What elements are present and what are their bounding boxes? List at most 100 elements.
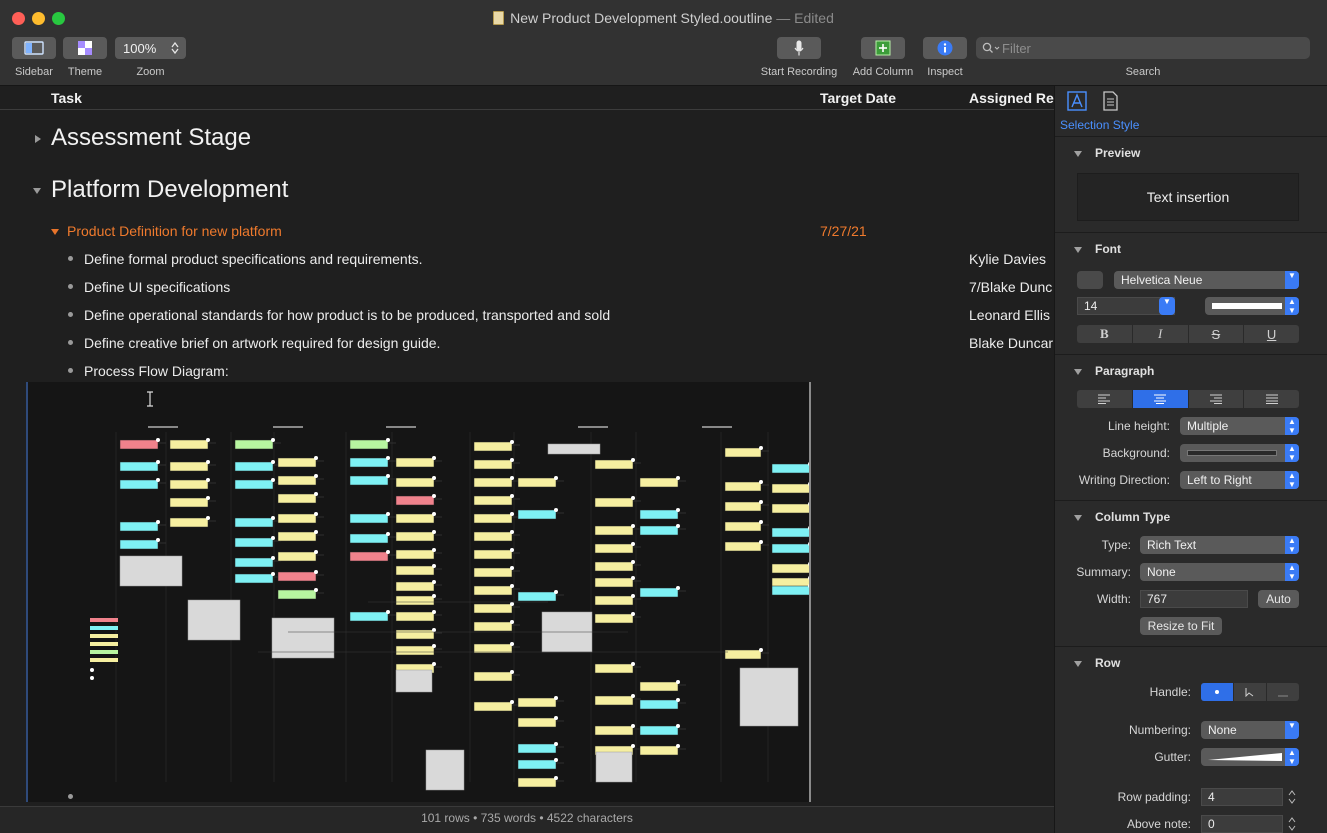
column-header-bar: Task Target Date Assigned Re <box>0 86 1054 110</box>
gutter-label: Gutter: <box>1154 750 1191 764</box>
align-justify-button[interactable] <box>1244 390 1299 408</box>
section-disclosure-icon[interactable] <box>1074 515 1082 521</box>
font-section: Font Helvetica Neue ▼ 14 ▼ ▲ ▼ B I S U <box>1055 232 1327 354</box>
column-header-assigned[interactable]: Assigned Re <box>969 90 1054 106</box>
assigned-cell[interactable]: Blake Duncar <box>969 335 1053 351</box>
section-header-preview[interactable]: Preview <box>1095 146 1140 160</box>
preview-section: Preview Text insertion <box>1055 136 1327 232</box>
task-row[interactable]: Define operational standards for how pro… <box>84 307 610 323</box>
document-tab-icon[interactable] <box>1101 90 1121 112</box>
handle-bullet-option[interactable] <box>1201 683 1234 701</box>
writing-direction-popup[interactable]: Left to Right ▲ ▼ <box>1180 471 1299 489</box>
row-padding-field[interactable]: 4 <box>1201 788 1283 806</box>
zoom-label: Zoom <box>136 66 165 78</box>
stepper-arrows-icon[interactable] <box>171 42 179 54</box>
section-header-row[interactable]: Row <box>1095 656 1120 670</box>
section-disclosure-icon[interactable] <box>1074 247 1082 253</box>
add-column-label: Add Column <box>852 66 914 78</box>
column-type-section: Column Type Type: Rich Text ▲ ▼ Summary: N… <box>1055 500 1327 646</box>
row-bullet[interactable] <box>68 794 73 799</box>
align-left-button[interactable] <box>1077 390 1133 408</box>
window-toolbar: New Product Development Styled.ooutline … <box>0 0 1327 86</box>
handle-custom-option[interactable] <box>1234 683 1267 701</box>
column-width-field[interactable]: 767 <box>1140 590 1248 608</box>
numbering-popup[interactable]: None ▼ <box>1201 721 1299 739</box>
task-row[interactable]: Define UI specifications <box>84 279 230 295</box>
strikethrough-button[interactable]: S <box>1189 325 1245 343</box>
paragraph-section: Paragraph Line height: Multiple ▲ ▼ Backgr… <box>1055 354 1327 500</box>
bullet-icon <box>1215 690 1219 694</box>
font-color-well[interactable] <box>1077 271 1103 289</box>
inspect-button[interactable] <box>923 37 967 59</box>
resize-to-fit-button[interactable]: Resize to Fit <box>1140 617 1222 635</box>
row-bullet[interactable] <box>68 256 73 261</box>
text-style-tab-icon[interactable] <box>1067 90 1087 112</box>
section-row-assessment-stage[interactable]: Assessment Stage <box>51 124 251 152</box>
underline-button[interactable]: U <box>1244 325 1299 343</box>
summary-popup[interactable]: None ▲ ▼ <box>1140 563 1299 581</box>
task-row[interactable]: Define formal product specifications and… <box>84 251 423 267</box>
row-bullet[interactable] <box>68 284 73 289</box>
column-header-target-date[interactable]: Target Date <box>820 90 896 106</box>
assigned-cell[interactable]: 7/Blake Dunc <box>969 279 1052 295</box>
align-right-button[interactable] <box>1189 390 1245 408</box>
disclosure-triangle-expanded[interactable] <box>51 229 59 235</box>
search-input[interactable]: Filter <box>976 37 1310 59</box>
section-row-platform-development[interactable]: Platform Development <box>51 176 288 204</box>
stepper-arrows-icon: ▲ ▼ <box>1285 563 1299 581</box>
column-type-popup[interactable]: Rich Text ▲ ▼ <box>1140 536 1299 554</box>
search-placeholder: Filter <box>1002 40 1031 56</box>
process-flow-diagram-image[interactable] <box>26 382 811 802</box>
background-color-popup[interactable]: ▲ ▼ <box>1180 444 1299 462</box>
chevron-down-icon: ▼ <box>1285 721 1299 739</box>
align-center-button[interactable] <box>1132 390 1189 408</box>
section-header-paragraph[interactable]: Paragraph <box>1095 364 1154 378</box>
stepper-arrows-icon: ▲ ▼ <box>1285 417 1299 435</box>
sidebar-button[interactable] <box>12 37 56 59</box>
task-row[interactable]: Process Flow Diagram: <box>84 363 229 379</box>
sidebar-label: Sidebar <box>15 66 53 78</box>
task-row[interactable]: Define creative brief on artwork require… <box>84 335 440 351</box>
disclosure-triangle-expanded[interactable] <box>33 188 41 194</box>
row-bullet[interactable] <box>68 368 73 373</box>
font-size-popup[interactable]: ▼ <box>1159 297 1175 315</box>
outline-view[interactable]: Task Target Date Assigned Re Assessment … <box>0 86 1054 806</box>
section-disclosure-icon[interactable] <box>1074 661 1082 667</box>
handle-none-option[interactable] <box>1267 683 1299 701</box>
theme-label: Theme <box>67 66 103 78</box>
writing-direction-label: Writing Direction: <box>1078 473 1170 487</box>
start-recording-label: Start Recording <box>760 66 838 78</box>
auto-width-button[interactable]: Auto <box>1258 590 1299 608</box>
stepper-arrows-icon[interactable] <box>1288 789 1296 805</box>
section-header-font[interactable]: Font <box>1095 242 1121 256</box>
line-height-popup[interactable]: Multiple ▲ ▼ <box>1180 417 1299 435</box>
stepper-arrows-icon[interactable] <box>1288 816 1296 832</box>
info-icon <box>937 40 953 56</box>
above-note-field[interactable]: 0 <box>1201 815 1283 833</box>
start-recording-button[interactable] <box>777 37 821 59</box>
chevron-down-icon: ▼ <box>1159 297 1175 315</box>
disclosure-triangle-collapsed[interactable] <box>35 135 41 143</box>
row-bullet[interactable] <box>68 312 73 317</box>
group-row-product-definition[interactable]: Product Definition for new platform <box>67 223 282 239</box>
section-disclosure-icon[interactable] <box>1074 369 1082 375</box>
section-header-column-type[interactable]: Column Type <box>1095 510 1170 524</box>
italic-button[interactable]: I <box>1133 325 1189 343</box>
text-color-popup[interactable]: ▲ ▼ <box>1205 297 1299 315</box>
summary-label: Summary: <box>1076 565 1131 579</box>
zoom-stepper[interactable]: 100% <box>115 37 186 59</box>
section-disclosure-icon[interactable] <box>1074 151 1082 157</box>
document-icon <box>493 11 505 25</box>
align-justify-icon <box>1265 394 1278 404</box>
add-column-icon <box>875 40 891 56</box>
theme-button[interactable] <box>63 37 107 59</box>
add-column-button[interactable] <box>861 37 905 59</box>
font-family-popup[interactable]: Helvetica Neue ▼ <box>1114 271 1299 289</box>
column-header-task[interactable]: Task <box>51 90 82 106</box>
bold-button[interactable]: B <box>1077 325 1133 343</box>
group-target-date[interactable]: 7/27/21 <box>820 223 867 239</box>
gutter-popup[interactable]: ▲ ▼ <box>1201 748 1299 766</box>
row-bullet[interactable] <box>68 340 73 345</box>
assigned-cell[interactable]: Kylie Davies <box>969 251 1046 267</box>
assigned-cell[interactable]: Leonard Ellis <box>969 307 1050 323</box>
